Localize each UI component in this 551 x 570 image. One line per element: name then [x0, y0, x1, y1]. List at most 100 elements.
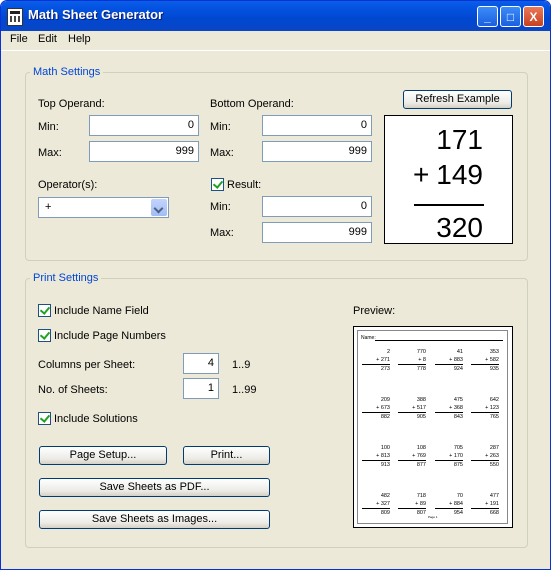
- preview-problem: 482 + 327 809: [362, 492, 390, 517]
- result-max-input[interactable]: 999: [262, 222, 372, 243]
- problem-bottom: + 883: [435, 356, 463, 365]
- top-operand-label: Top Operand:: [38, 98, 105, 110]
- problem-top: 108: [416, 445, 426, 451]
- problem-top: 388: [416, 397, 426, 403]
- preview-problem: 705 + 170 875: [435, 444, 463, 469]
- problem-bottom: + 582: [471, 356, 499, 365]
- example-operator: +: [413, 159, 430, 190]
- problem-top: 718: [416, 493, 426, 499]
- problem-bottom: + 517: [398, 404, 426, 413]
- example-top: 171: [436, 124, 483, 155]
- preview-problem: 642 + 123 765: [471, 396, 499, 421]
- problem-result: 809: [380, 510, 390, 516]
- problem-bottom: + 191: [471, 500, 499, 509]
- problem-bottom: + 89: [398, 500, 426, 509]
- problem-result: 765: [489, 414, 499, 420]
- window-title: Math Sheet Generator: [28, 7, 164, 22]
- preview-problem: 100 + 813 913: [362, 444, 390, 469]
- problem-top: 287: [489, 445, 499, 451]
- example-problem: 171 + 149 320: [384, 115, 513, 244]
- title-bar[interactable]: Math Sheet Generator _ □ X: [1, 1, 550, 31]
- menu-edit[interactable]: Edit: [38, 33, 57, 45]
- problem-bottom: + 8: [398, 356, 426, 365]
- include-solutions-checkbox[interactable]: [38, 412, 51, 425]
- preview-name-field: Name:: [361, 335, 376, 341]
- preview-problem: 353 + 582 935: [471, 348, 499, 373]
- preview-page-number: Page 1: [428, 515, 438, 519]
- menu-help[interactable]: Help: [68, 33, 91, 45]
- sheets-range: 1..99: [232, 384, 257, 396]
- preview-problem: 475 + 368 843: [435, 396, 463, 421]
- close-button[interactable]: X: [523, 6, 544, 27]
- example-rule: [414, 204, 484, 206]
- app-window: Math Sheet Generator _ □ X File Edit Hel…: [0, 0, 551, 570]
- preview-label: Preview:: [353, 305, 396, 317]
- top-max-label: Max:: [38, 147, 62, 159]
- top-min-label: Min:: [38, 121, 59, 133]
- include-page-numbers-label: Include Page Numbers: [54, 330, 166, 342]
- calculator-icon: [7, 8, 23, 26]
- problem-bottom: + 884: [435, 500, 463, 509]
- bottom-max-input[interactable]: 999: [262, 141, 372, 162]
- result-max-label: Max:: [210, 227, 234, 239]
- problem-bottom: + 170: [435, 452, 463, 461]
- problem-top: 100: [380, 445, 390, 451]
- preview-name-line: [375, 340, 503, 341]
- sheets-input[interactable]: 1: [183, 378, 219, 399]
- bottom-operand-label: Bottom Operand:: [210, 98, 294, 110]
- problem-result: 778: [416, 366, 426, 372]
- result-min-input[interactable]: 0: [262, 196, 372, 217]
- problem-top: 482: [380, 493, 390, 499]
- columns-input[interactable]: 4: [183, 353, 219, 374]
- preview-problem: 770 + 8 778: [398, 348, 426, 373]
- chevron-down-icon[interactable]: [151, 199, 167, 216]
- problem-result: 807: [416, 510, 426, 516]
- preview-problem: 2 + 271 273: [362, 348, 390, 373]
- problem-top: 642: [489, 397, 499, 403]
- problem-bottom: + 769: [398, 452, 426, 461]
- problem-result: 668: [489, 510, 499, 516]
- problem-bottom: + 368: [435, 404, 463, 413]
- example-bottom: 149: [436, 159, 483, 190]
- problem-result: 935: [489, 366, 499, 372]
- maximize-button[interactable]: □: [500, 6, 521, 27]
- problem-top: 41: [456, 349, 463, 355]
- problem-result: 550: [489, 462, 499, 468]
- problem-result: 882: [380, 414, 390, 420]
- problem-top: 70: [456, 493, 463, 499]
- problem-top: 770: [416, 349, 426, 355]
- include-solutions-label: Include Solutions: [54, 413, 138, 425]
- bottom-min-label: Min:: [210, 121, 231, 133]
- include-name-checkbox[interactable]: [38, 304, 51, 317]
- bottom-min-input[interactable]: 0: [262, 115, 372, 136]
- problem-result: 954: [453, 510, 463, 516]
- example-result: 320: [436, 212, 483, 243]
- preview-problem: 108 + 769 877: [398, 444, 426, 469]
- problem-bottom: + 813: [362, 452, 390, 461]
- math-settings-legend: Math Settings: [30, 66, 104, 78]
- preview-problem: 209 + 673 882: [362, 396, 390, 421]
- result-label: Result:: [227, 179, 262, 191]
- preview-problem: 287 + 263 550: [471, 444, 499, 469]
- menu-file[interactable]: File: [10, 33, 28, 45]
- include-name-label: Include Name Field: [54, 305, 149, 317]
- problem-bottom: + 673: [362, 404, 390, 413]
- save-images-button[interactable]: Save Sheets as Images...: [39, 510, 270, 529]
- problem-result: 877: [416, 462, 426, 468]
- minimize-button[interactable]: _: [477, 6, 498, 27]
- problem-bottom: + 271: [362, 356, 390, 365]
- result-checkbox[interactable]: [211, 178, 224, 191]
- bottom-max-label: Max:: [210, 147, 234, 159]
- problem-top: 353: [489, 349, 499, 355]
- refresh-example-button[interactable]: Refresh Example: [403, 90, 512, 109]
- top-max-input[interactable]: 999: [89, 141, 199, 162]
- operators-label: Operator(s):: [38, 179, 98, 191]
- include-page-numbers-checkbox[interactable]: [38, 329, 51, 342]
- operator-selected-value: +: [45, 201, 52, 213]
- top-min-input[interactable]: 0: [89, 115, 199, 136]
- page-setup-button[interactable]: Page Setup...: [39, 446, 167, 465]
- operator-select[interactable]: +: [38, 197, 169, 218]
- save-pdf-button[interactable]: Save Sheets as PDF...: [39, 478, 270, 497]
- print-button[interactable]: Print...: [183, 446, 270, 465]
- preview-sheet: Name: 2 + 271 273 770 + 8 778 41 + 883 924 353 + 5…: [353, 326, 513, 528]
